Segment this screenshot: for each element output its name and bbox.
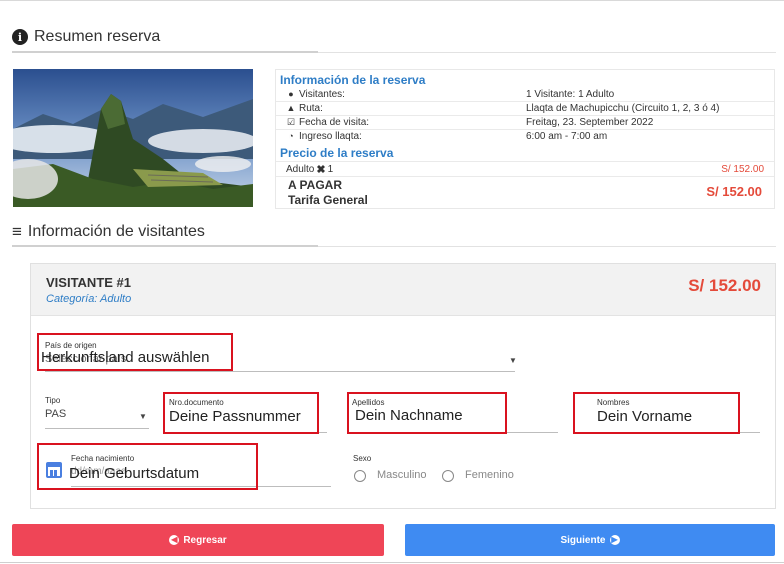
visitor-category: Categoría: Adulto [46,293,132,305]
reservation-row-route: ▲ Ruta: Llaqta de Machupicchu (Circuito 1… [286,101,770,115]
doc-type-label: Tipo [45,396,61,405]
total-label: A PAGAR [288,178,342,192]
arrow-right-icon: ▶ [609,535,620,545]
sex-label: Sexo [353,454,372,463]
info-icon: i [12,29,28,45]
country-underline [45,371,515,372]
list-icon: ≡ [12,222,22,241]
summary-title-rule [12,51,318,53]
next-button-label: Siguiente [560,534,606,546]
visitor-price: S/ 152.00 [688,276,761,295]
annotation-doc-number: Deine Passnummer [169,408,301,425]
annotation-country: Herkunftsland auswählen [41,349,210,366]
visit-date-value: Freitag, 23. September 2022 [526,116,654,128]
chevron-down-icon[interactable]: ▼ [509,356,517,365]
visitors-divider [318,246,776,247]
radio-male[interactable] [354,470,366,482]
total-amount: S/ 152.00 [706,184,762,199]
doc-type-underline [45,428,149,429]
back-button-label: Regresar [183,534,227,546]
route-label: Ruta: [299,102,323,114]
visit-date-label: Fecha de visita: [299,116,370,128]
annotation-surnames: Dein Nachname [355,407,463,424]
visitors-value: 1 Visitante: 1 Adulto [526,88,615,100]
visitor-card-header: VISITANTE #1 Categoría: Adulto S/ 152.00 [31,264,775,316]
summary-divider [318,52,776,53]
back-button[interactable]: ◀ Regresar [12,524,384,556]
visitors-title-rule [12,245,318,247]
bottom-divider [0,562,784,563]
next-button[interactable]: Siguiente ▶ [405,524,775,556]
reservation-row-visit-date: ☑ Fecha de visita: Freitag, 23. September… [286,115,770,129]
clock-icon: ◔ [288,131,294,141]
entry-time-label: Ingreso llaqta: [299,130,362,142]
booking-summary-page: i Resumen reserva Información de la rese… [0,0,784,564]
summary-section-title: i Resumen reserva [12,28,160,46]
visitors-label: Visitantes: [299,88,345,100]
reservation-info-heading: Información de la reserva [280,73,426,87]
line-item-qty: 1 [327,163,334,175]
annotation-names: Dein Vorname [597,408,693,425]
line-item-amount: S/ 152.00 [721,163,764,175]
doc-type-select[interactable]: PAS [45,408,66,420]
entry-time-value: 6:00 am - 7:00 am [526,130,608,142]
summary-title-text: Resumen reserva [34,28,161,45]
visitors-title-text: Información de visitantes [27,223,205,240]
reservation-row-visitors: ● Visitantes: 1 Visitante: 1 Adulto [286,87,770,101]
reservation-info-box: Información de la reserva ● Visitantes: 1… [275,69,775,209]
radio-female-label[interactable]: Femenino [465,469,514,481]
line-item-label: Adulto [286,163,315,175]
chevron-down-icon[interactable]: ▼ [139,412,147,421]
route-value: Llaqta de Machupicchu (Circuito 1, 2, 3 … [526,102,720,114]
annotation-birthdate: Dein Geburtsdatum [69,465,200,482]
tariff-label: Tarifa General [288,193,368,207]
users-icon: ● [288,89,294,99]
reservation-row-entry-time: ◔ Ingreso llaqta: 6:00 am - 7:00 am [286,129,770,143]
price-line-item: Adulto ✖ 1 S/ 152.00 [286,162,764,176]
route-icon: ▲ [286,103,296,113]
row-divider [276,176,774,177]
radio-female[interactable] [442,470,454,482]
radio-male-label[interactable]: Masculino [377,469,427,481]
total-block: A PAGAR Tarifa General [288,178,368,208]
machu-picchu-photo [13,69,253,207]
arrow-left-icon: ◀ [169,535,180,545]
visitor-title: VISITANTE #1 [46,275,132,290]
visitors-section-title: ≡ Información de visitantes [12,222,205,242]
price-heading: Precio de la reserva [280,146,394,160]
calendar-check-icon: ☑ [286,117,296,127]
times-icon: ✖ [316,163,326,176]
